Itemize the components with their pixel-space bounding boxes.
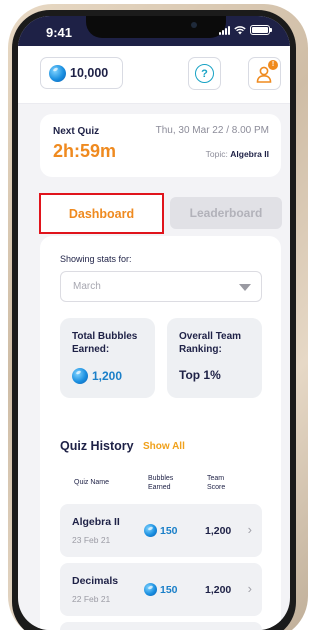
team-ranking-card: Overall Team Ranking: Top 1% — [167, 318, 262, 398]
quiz-bubbles: 150 — [144, 583, 178, 596]
status-time: 9:41 — [46, 25, 73, 40]
bubble-icon — [49, 64, 66, 82]
bubble-icon — [72, 368, 88, 384]
total-bubbles-card: Total Bubbles Earned: 1,200 — [60, 318, 155, 398]
notification-badge: ! — [268, 60, 278, 70]
quiz-name: Algebra II — [72, 516, 120, 528]
camera-icon — [191, 22, 197, 28]
next-quiz-label: Next Quiz — [53, 126, 100, 137]
bubble-icon — [144, 583, 157, 596]
help-button[interactable]: ? — [188, 57, 221, 90]
camera-notch — [86, 16, 226, 38]
quiz-history-row[interactable]: Decimals 22 Feb 21 150 1,200 › — [60, 563, 262, 616]
bubble-icon — [144, 524, 157, 537]
show-all-link[interactable]: Show All — [143, 441, 185, 452]
stats-period-label: Showing stats for: — [60, 254, 132, 264]
tab-leaderboard[interactable]: Leaderboard — [170, 197, 282, 229]
quiz-bubbles-value: 150 — [160, 583, 178, 596]
dashboard-panel: Showing stats for: March Total Bubbles E… — [40, 236, 281, 630]
topic-value: Algebra II — [230, 149, 269, 159]
tab-dashboard-label: Dashboard — [68, 206, 135, 221]
tab-dashboard[interactable]: Dashboard — [39, 193, 164, 234]
wifi-icon — [234, 25, 246, 34]
bubble-balance-button[interactable]: 10,000 — [40, 57, 123, 89]
status-icons — [219, 25, 272, 35]
quiz-bubbles-value: 150 — [160, 524, 178, 537]
total-bubbles-value: 1,200 — [92, 369, 123, 383]
month-select-value: March — [73, 281, 101, 292]
month-select[interactable]: March — [60, 271, 262, 302]
next-quiz-countdown: 2h:59m — [53, 141, 117, 161]
profile-button[interactable]: ! — [248, 57, 281, 90]
app-screen: 9:41 10,000 ? ! Next Quiz 2h:59m Thu, 30… — [18, 16, 290, 630]
chevron-down-icon — [239, 284, 251, 291]
next-quiz-topic: Topic: Algebra II — [206, 149, 269, 159]
battery-icon — [250, 25, 272, 35]
quiz-history-row-partial[interactable] — [60, 622, 262, 630]
team-ranking-title: Overall Team Ranking: — [179, 331, 242, 355]
quiz-team-score: 1,200 — [205, 525, 232, 537]
next-quiz-datetime: Thu, 30 Mar 22 / 8.00 PM — [155, 125, 269, 136]
quiz-history-row[interactable]: Algebra II 23 Feb 21 150 1,200 › — [60, 504, 262, 557]
signal-icon — [219, 25, 230, 35]
quiz-name: Decimals — [72, 575, 119, 587]
column-header-quiz-name: Quiz Name — [74, 479, 110, 486]
status-bar: 9:41 — [18, 16, 290, 46]
quiz-date: 23 Feb 21 — [72, 535, 111, 545]
app-header: 10,000 ? ! — [18, 46, 290, 104]
column-header-bubbles: Bubbles Earned — [148, 475, 174, 491]
quiz-date: 22 Feb 21 — [72, 594, 111, 604]
total-bubbles-row: 1,200 — [72, 368, 122, 384]
quiz-bubbles: 150 — [144, 524, 178, 537]
quiz-history-title: Quiz History — [60, 439, 134, 453]
quiz-team-score: 1,200 — [205, 584, 232, 596]
chevron-right-icon: › — [247, 522, 252, 537]
tab-leaderboard-label: Leaderboard — [189, 206, 263, 220]
total-bubbles-title: Total Bubbles Earned: — [72, 331, 138, 355]
bubble-balance: 10,000 — [70, 66, 109, 80]
topic-prefix: Topic: — [205, 149, 228, 159]
next-quiz-card[interactable]: Next Quiz 2h:59m Thu, 30 Mar 22 / 8.00 P… — [40, 114, 281, 177]
chevron-right-icon: › — [247, 581, 252, 596]
help-icon: ? — [195, 64, 214, 83]
team-ranking-value: Top 1% — [179, 368, 221, 382]
column-header-team-score: Team Score — [207, 475, 226, 491]
